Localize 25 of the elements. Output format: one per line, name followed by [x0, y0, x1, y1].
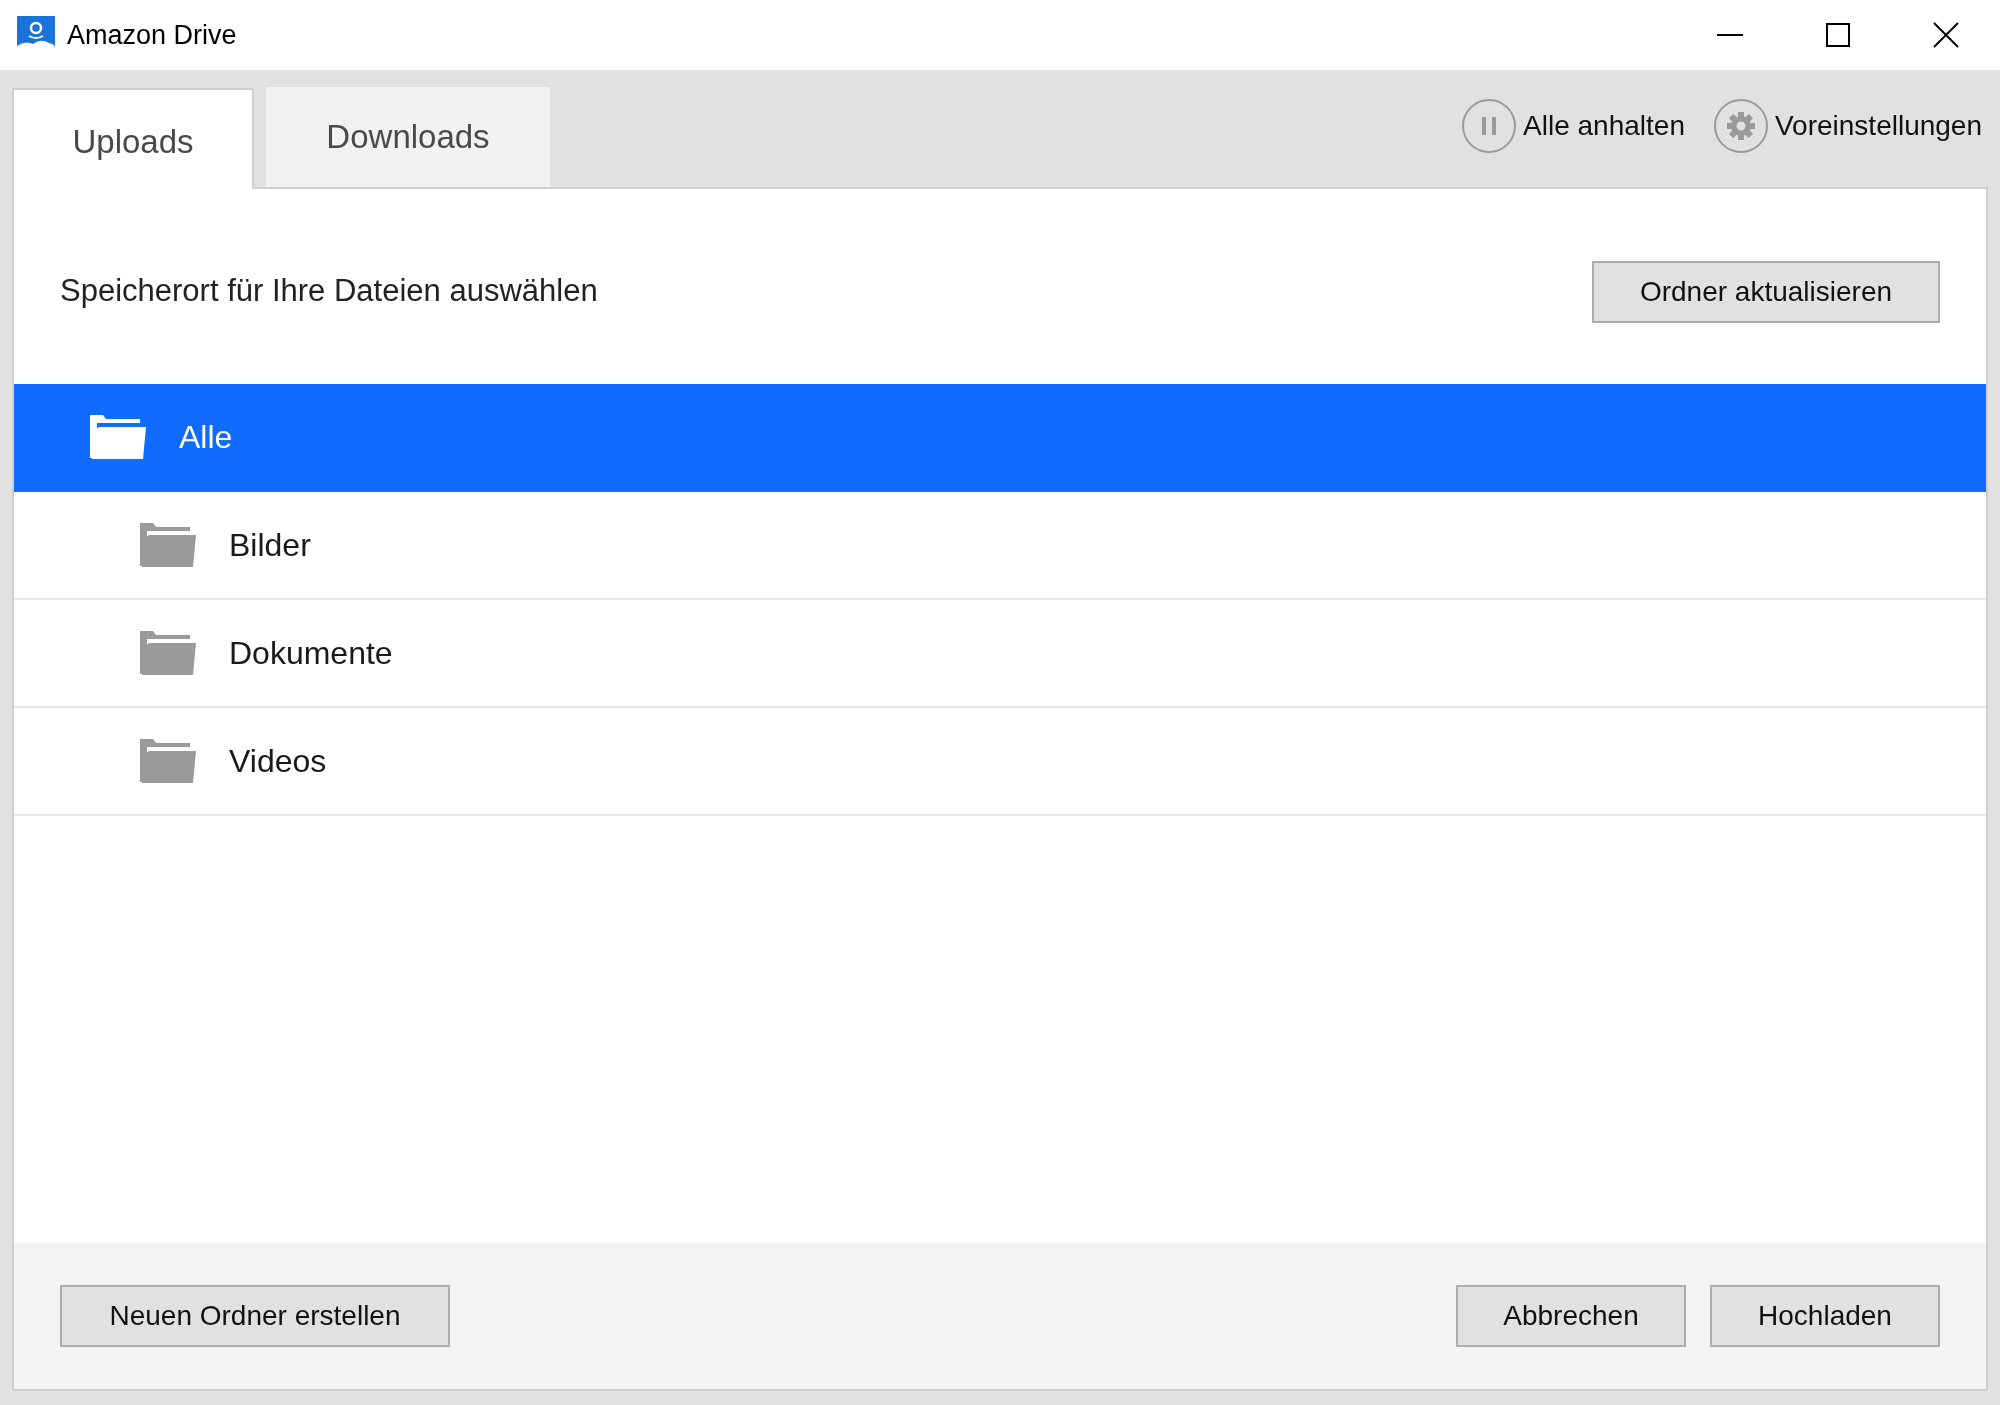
folder-name: Dokumente — [229, 634, 393, 673]
folder-icon — [139, 522, 197, 568]
folder-icon — [139, 738, 197, 784]
dialog-button[interactable]: Abbrechen — [1456, 1285, 1686, 1347]
app-logo-icon — [17, 16, 55, 54]
window-title: Amazon Drive — [67, 18, 237, 52]
pause-button[interactable]: Alle anhalten — [1461, 98, 1685, 154]
folder-name: Alle — [179, 418, 233, 457]
settings-button[interactable]: Voreinstellungen — [1712, 98, 1982, 154]
folder-row[interactable]: Alle — [14, 384, 1986, 492]
pause-icon — [1461, 98, 1518, 154]
maximize-icon — [1826, 23, 1850, 47]
folder-icon — [89, 414, 147, 460]
close-icon — [1933, 22, 1959, 48]
folder-name: Bilder — [229, 526, 311, 565]
tab[interactable]: Uploads — [12, 88, 254, 189]
folder-icon — [139, 630, 197, 676]
refresh-folders-button[interactable]: Ordner aktualisieren — [1592, 260, 1940, 323]
folder-name: Videos — [229, 742, 327, 781]
heading: Speicherort für Ihre Dateien auswählen — [60, 272, 598, 311]
settings-icon — [1712, 98, 1769, 154]
dialog-button[interactable]: Hochladen — [1710, 1285, 1940, 1347]
new-folder-button[interactable]: Neuen Ordner erstellen — [60, 1285, 450, 1347]
minimize-icon — [1717, 34, 1743, 36]
tab[interactable]: Downloads — [266, 87, 550, 187]
